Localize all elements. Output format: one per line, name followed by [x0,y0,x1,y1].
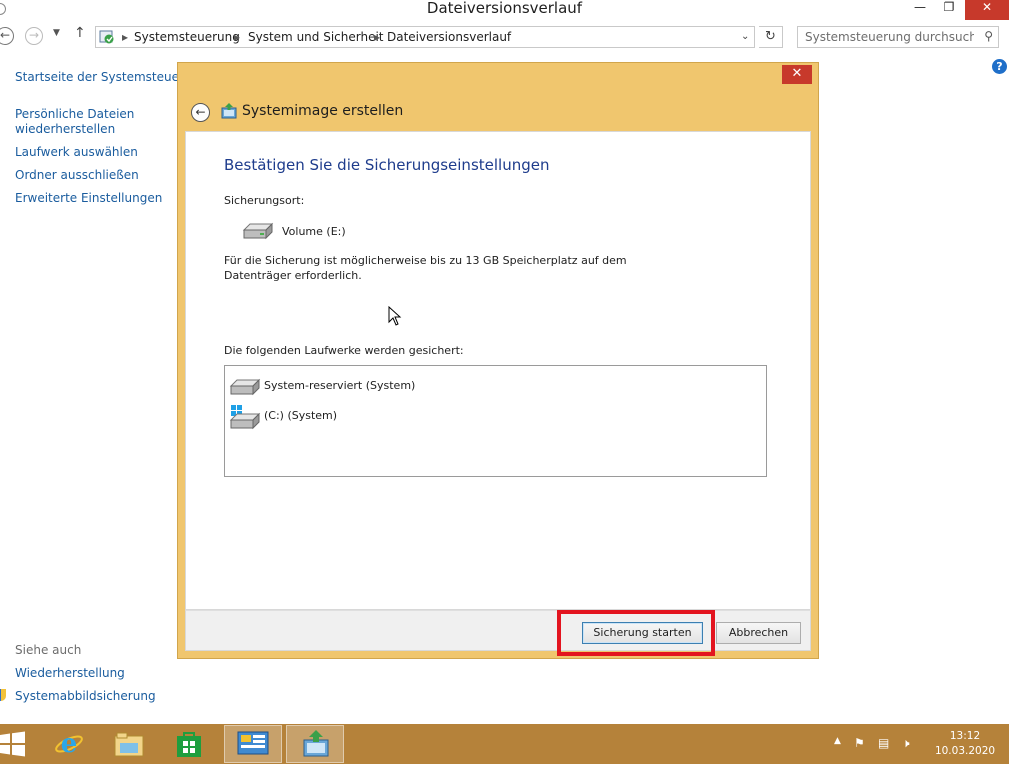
restore-personal-files-link[interactable]: Persönliche Dateien [15,107,134,122]
internet-explorer-icon: e [55,729,83,759]
see-also-heading: Siehe auch [15,643,82,657]
space-required-text: Für die Sicherung ist möglicherweise bis… [224,254,627,282]
internet-explorer-taskbar-button[interactable]: e [40,725,98,763]
breadcrumb-separator-icon: ▸ [374,30,381,44]
volume-icon[interactable]: 🕨 [902,736,910,751]
folder-icon [114,732,144,757]
dialog-title: Systemimage erstellen [242,103,404,119]
forward-button[interactable]: → [25,27,43,45]
backup-icon [221,103,237,119]
svg-text:e: e [61,729,78,759]
search-icon[interactable]: ⚲ [984,29,993,43]
cancel-button[interactable]: Abbrechen [716,622,801,644]
drives-label: Die folgenden Laufwerke werden gesichert… [224,344,464,357]
recovery-link[interactable]: Wiederherstellung [15,666,125,681]
minimize-button[interactable]: — [905,0,935,20]
windows-logo-icon [0,731,25,757]
action-center-flag-icon[interactable]: ⚑ [854,736,865,750]
store-taskbar-button[interactable] [160,725,218,763]
dialog-content: Bestätigen Sie die Sicherungseinstellung… [185,131,811,610]
drive-name: (C:) (System) [264,409,338,422]
window-title: Dateiversionsverlauf [426,0,583,17]
drives-list: System-reserviert (System) (C:) (System) [224,365,767,477]
dialog-footer: Sicherung starten Abbrechen [185,610,811,651]
address-row: ← → ▼ ↑ ▸ Systemsteuerung ▸ System und S… [0,23,1009,51]
confirm-heading: Bestätigen Sie die Sicherungseinstellung… [224,156,550,174]
drive-icon [242,222,274,240]
control-panel-taskbar-button[interactable] [224,725,282,763]
restore-button[interactable]: ❐ [935,0,963,20]
system-image-dialog: ✕ ← Systemimage erstellen Bestätigen Sie… [177,62,819,659]
breadcrumb-separator-icon: ▸ [122,30,129,44]
breadcrumb-dateiversionsverlauf[interactable]: Dateiversionsverlauf [387,30,511,44]
mouse-cursor-icon [388,306,402,326]
backup-location-value: Volume (E:) [282,225,346,238]
drive-icon [229,378,261,396]
breadcrumb-separator-icon: ▸ [234,30,241,44]
show-hidden-icons-icon[interactable]: ▲ [834,736,841,746]
system-image-backup-link[interactable]: Systemabbildsicherung [15,689,156,704]
window-titlebar: Dateiversionsverlauf — ❐ ✕ [0,0,1009,20]
restore-personal-files-link-line2[interactable]: wiederherstellen [15,122,115,137]
dialog-back-button[interactable]: ← [191,103,210,122]
shield-icon [0,689,6,701]
windows-drive-icon [229,405,261,430]
exclude-folders-link[interactable]: Ordner ausschließen [15,168,139,183]
file-explorer-taskbar-button[interactable] [100,725,158,763]
up-button[interactable]: ↑ [74,25,86,41]
refresh-button[interactable]: ↻ [759,26,783,48]
dialog-close-button[interactable]: ✕ [782,65,812,84]
drive-name: System-reserviert (System) [264,379,416,392]
address-bar[interactable]: ▸ Systemsteuerung ▸ System und Sicherhei… [95,26,755,48]
breadcrumb-systemsteuerung[interactable]: Systemsteuerung [134,30,240,44]
breadcrumb-system-und-sicherheit[interactable]: System und Sicherheit [248,30,384,44]
network-icon[interactable]: ▤ [878,736,889,750]
select-drive-link[interactable]: Laufwerk auswählen [15,145,138,160]
backup-icon [303,730,329,757]
control-panel-icon [237,731,269,755]
back-button[interactable]: ← [0,27,14,45]
highlight-box [557,610,715,656]
clock-date: 10.03.2020 [934,745,996,757]
search-box: ⚲ [797,26,999,48]
backup-taskbar-button[interactable] [286,725,344,763]
recent-pages-dropdown-icon[interactable]: ▼ [53,28,60,38]
clock-time: 13:12 [949,730,981,742]
start-button[interactable] [0,725,32,763]
backup-location-label: Sicherungsort: [224,194,305,207]
close-button[interactable]: ✕ [965,0,1009,20]
clock[interactable]: 13:12 10.03.2020 [930,729,1000,759]
help-icon[interactable]: ? [992,59,1007,74]
advanced-settings-link[interactable]: Erweiterte Einstellungen [15,191,162,206]
control-panel-icon [99,30,114,44]
store-icon [177,732,201,757]
taskbar: e ▲ ⚑ ▤ 🕨 13:12 10.03.2020 [0,724,1009,764]
search-input[interactable] [798,27,976,47]
address-dropdown-icon[interactable]: ⌄ [741,31,749,42]
